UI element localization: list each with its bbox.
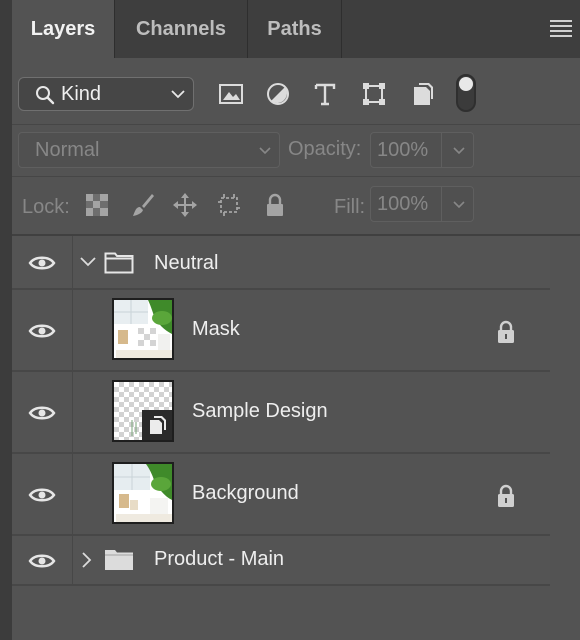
chevron-down-icon [171,90,185,99]
search-icon [36,86,55,105]
lock-image-pixels-icon[interactable] [130,192,156,218]
lock-icon [498,320,514,343]
opacity-label: Opacity: [288,138,362,160]
layer-row-background[interactable]: Background [12,454,550,536]
chevron-down-icon [259,147,271,155]
tab-channels[interactable]: Channels [115,0,248,58]
chevron-down-icon [453,201,465,209]
fill-field[interactable]: 100% [370,186,474,222]
fill-value: 100% [377,193,429,215]
image-filter-icon[interactable] [216,79,246,109]
lock-artboard-icon[interactable] [216,192,242,218]
shape-filter-icon[interactable] [359,79,389,109]
layer-row-mask[interactable]: Mask [12,290,550,372]
eye-icon[interactable] [28,487,56,503]
layer-name: Product - Main [154,548,285,570]
filter-toggle[interactable] [456,74,476,112]
fill-label: Fill: [334,196,366,218]
lock-transparent-pixels-icon[interactable] [84,192,110,218]
layer-row-sample-design[interactable]: Sample Design [12,372,550,454]
chevron-down-icon[interactable] [80,257,96,267]
tab-paths[interactable]: Paths [248,0,342,58]
eye-icon[interactable] [28,255,56,271]
eye-icon[interactable] [28,323,56,339]
type-filter-icon[interactable] [310,79,340,109]
blend-row: Normal Opacity: 100% [12,124,580,177]
adjustment-filter-icon[interactable] [263,79,293,109]
layer-thumbnail [112,380,174,442]
lock-all-icon[interactable] [262,192,288,218]
eye-icon[interactable] [28,553,56,569]
visibility-column [12,536,73,584]
lock-label: Lock: [22,196,70,218]
layers-panel: Layers Channels Paths Kind Normal Opacit… [12,0,580,640]
layer-group-neutral[interactable]: Neutral [12,236,550,290]
smart-object-filter-icon[interactable] [408,79,438,109]
layer-thumbnail [112,462,174,524]
folder-icon [105,550,133,570]
opacity-value: 100% [377,139,429,161]
filter-kind-label: Kind [61,83,102,105]
visibility-column [12,372,73,452]
lock-row: Lock: Fill: 100% [12,176,580,236]
tab-bar: Layers Channels Paths [12,0,580,58]
layer-name: Mask [192,318,240,340]
folder-icon [104,252,134,274]
lock-icon [498,484,514,507]
visibility-column [12,290,73,370]
chevron-down-icon [453,147,465,155]
panel-menu-icon[interactable] [550,20,572,38]
smart-object-badge [142,410,172,440]
visibility-column [12,454,73,534]
layer-name: Sample Design [192,400,328,422]
layer-group-product-main[interactable]: Product - Main [12,536,550,586]
chevron-right-icon[interactable] [82,552,92,568]
eye-icon[interactable] [28,405,56,421]
tab-layers[interactable]: Layers [12,0,115,58]
filter-kind-select[interactable]: Kind [18,77,194,111]
blend-mode-label: Normal [35,139,100,161]
filter-row: Kind [12,58,580,125]
opacity-field[interactable]: 100% [370,132,474,168]
layer-name: Neutral [154,252,219,274]
blend-mode-select[interactable]: Normal [18,132,280,168]
toggle-knob [459,77,473,91]
layer-name: Background [192,482,299,504]
layer-thumbnail [112,298,174,360]
visibility-column [12,236,73,288]
lock-position-icon[interactable] [172,192,198,218]
smart-object-icon [150,416,166,434]
